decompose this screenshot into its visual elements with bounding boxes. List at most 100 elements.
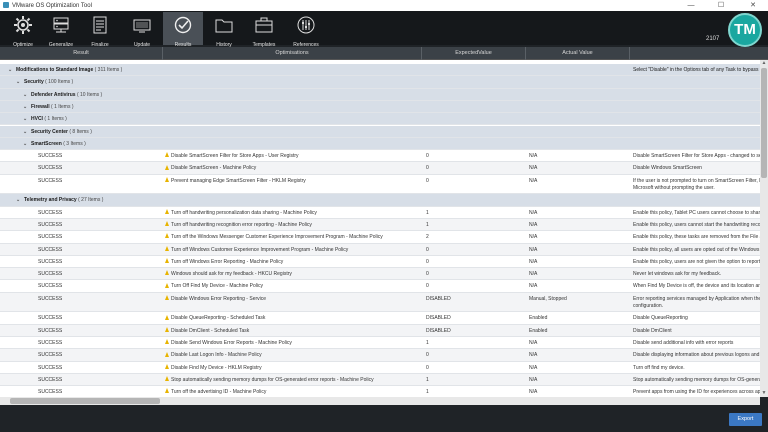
vertical-scroll-thumb[interactable]: [761, 68, 767, 178]
scroll-down-arrow-icon[interactable]: ▼: [760, 390, 768, 397]
group-count: ( 311 Items ): [94, 67, 123, 73]
group-security[interactable]: ⌄ Security ( 100 Items ): [0, 76, 760, 89]
export-button[interactable]: Export: [729, 413, 762, 426]
toolbar-update-button[interactable]: Update: [122, 12, 162, 48]
actual-value-cell: N/A: [529, 209, 538, 216]
maximize-button[interactable]: ☐: [710, 0, 732, 11]
group-defender-antivirus[interactable]: ⌄ Defender Antivirus ( 10 Items ): [0, 88, 760, 101]
minimize-button[interactable]: —: [680, 0, 702, 11]
collapse-chevron-icon[interactable]: ⌄: [23, 138, 27, 150]
group-modifications-to-standard-image[interactable]: ⌄ Modifications to Standard Image ( 311 I…: [0, 64, 760, 77]
collapse-chevron-icon[interactable]: ⌄: [23, 101, 27, 113]
optimisation-name: Turn off handwriting personalization dat…: [171, 209, 317, 216]
table-row[interactable]: SUCCESS Disable Send Windows Error Report…: [0, 337, 760, 350]
optimisation-cell: Disable Send Windows Error Reports - Mac…: [165, 337, 292, 349]
table-row[interactable]: SUCCESS Disable Find My Device - HKLM Reg…: [0, 361, 760, 374]
table-row[interactable]: SUCCESS Disable Windows Error Reporting -…: [0, 292, 760, 313]
table-row[interactable]: SUCCESS Turn off handwriting recognition …: [0, 218, 760, 232]
collapse-chevron-icon[interactable]: ⌄: [23, 89, 27, 101]
warning-icon: [165, 208, 169, 214]
toolbar-finalize-button[interactable]: Finalize: [80, 12, 120, 48]
optimisation-name: Windows should ask for my feedback - HKC…: [171, 271, 292, 278]
actual-value-cell: N/A: [529, 153, 538, 160]
optimisation-cell: Disable Last Logon Info - Machine Policy: [165, 349, 262, 361]
result-cell: SUCCESS: [38, 271, 63, 278]
warning-icon: [165, 314, 169, 320]
table-row[interactable]: SUCCESS Disable SmartScreen Filter for St…: [0, 150, 760, 163]
horizontal-scrollbar[interactable]: [0, 397, 760, 405]
main-toolbar: Optimize Generalize Finalize Update Results H…: [0, 11, 768, 48]
toolbar-generalize-button[interactable]: Generalize: [41, 12, 81, 48]
table-row[interactable]: SUCCESS Prevent managing Edge SmartScreen…: [0, 174, 760, 195]
group-smartscreen[interactable]: ⌄ SmartScreen ( 3 Items ): [0, 137, 760, 151]
expected-value-cell: 1: [426, 376, 429, 383]
group-security-center[interactable]: ⌄ Security Center ( 8 Items ): [0, 125, 760, 138]
column-header-description[interactable]: [630, 47, 768, 60]
table-row[interactable]: SUCCESS Windows should ask for my feedbac…: [0, 268, 760, 281]
actual-value-cell: N/A: [529, 165, 538, 172]
collapse-chevron-icon[interactable]: ⌄: [16, 194, 20, 206]
toolbar-optimize-button[interactable]: Optimize: [3, 12, 43, 48]
horizontal-scroll-thumb[interactable]: [10, 398, 160, 404]
collapse-chevron-icon[interactable]: ⌄: [16, 76, 20, 88]
column-header-optimisations[interactable]: Optimisations: [163, 47, 422, 60]
toolbar-results-button[interactable]: Results: [163, 12, 203, 48]
vertical-scrollbar[interactable]: ▲ ▼: [760, 60, 768, 397]
expected-value-cell: 0: [426, 153, 429, 160]
column-header-expected-value[interactable]: ExpectedValue: [422, 47, 526, 60]
group-count: ( 1 Items ): [51, 103, 74, 110]
table-row[interactable]: SUCCESS Disable SmartScreen - Machine Pol…: [0, 162, 760, 175]
table-row[interactable]: SUCCESS Disable DmClient - Scheduled Task…: [0, 324, 760, 338]
column-header-actual-value[interactable]: Actual Value: [526, 47, 630, 60]
app-logo: TM: [728, 13, 762, 47]
group-name: HVCI: [31, 116, 43, 123]
group-firewall[interactable]: ⌄ Firewall ( 1 Items ): [0, 100, 760, 114]
optimisation-cell: Disable Windows Error Reporting - Servic…: [165, 293, 266, 305]
expected-value-cell: 0: [426, 258, 429, 265]
actual-value-cell: Enabled: [529, 327, 548, 334]
description-cell: Disable send additional info with error …: [633, 340, 734, 347]
optimisation-name: Turn Off Find My Device - Machine Policy: [171, 283, 263, 290]
table-row[interactable]: SUCCESS Stop automatically sending memory…: [0, 373, 760, 387]
app-window: VMware OS Optimization Tool — ☐ ✕ Optimi…: [0, 0, 768, 432]
table-row[interactable]: SUCCESS Turn off handwriting personalizat…: [0, 206, 760, 219]
optimisation-name: Disable SmartScreen Filter for Store App…: [171, 153, 299, 160]
toolbar-references-button[interactable]: References: [286, 12, 326, 48]
expected-value-cell: 0: [426, 271, 429, 278]
group-telemetry-and-privacy[interactable]: ⌄ Telemetry and Privacy ( 27 Items ): [0, 194, 760, 207]
actual-value-cell: N/A: [529, 258, 538, 265]
group-label: Modifications to Standard Image ( 311 It…: [16, 64, 122, 76]
optimisation-cell: Disable QueueReporting - Scheduled Task: [165, 312, 265, 324]
result-cell: SUCCESS: [38, 364, 63, 371]
collapse-chevron-icon[interactable]: ⌄: [23, 113, 27, 125]
optimisation-name: Turn off handwriting recognition error r…: [171, 221, 312, 228]
scroll-up-arrow-icon[interactable]: ▲: [760, 60, 768, 67]
optimisation-name: Disable Find My Device - HKLM Registry: [171, 364, 262, 371]
collapse-chevron-icon[interactable]: ⌄: [23, 126, 27, 138]
description-continuation: Microsoft without prompting the user.: [633, 184, 715, 191]
expected-value-cell: DISABLED: [426, 315, 451, 322]
table-row[interactable]: SUCCESS Turn off Windows Customer Experie…: [0, 243, 760, 256]
column-header-result[interactable]: Result: [0, 47, 163, 60]
warning-icon: [165, 245, 169, 251]
toolbar-templates-button[interactable]: Templates: [244, 12, 284, 48]
collapse-chevron-icon[interactable]: ⌄: [8, 64, 12, 76]
table-row[interactable]: SUCCESS Turn off Windows Error Reporting …: [0, 255, 760, 269]
actual-value-cell: Manual, Stopped: [529, 295, 567, 302]
table-row[interactable]: SUCCESS Disable Last Logon Info - Machine…: [0, 349, 760, 362]
warning-icon: [165, 282, 169, 288]
table-row[interactable]: SUCCESS Disable QueueReporting - Schedule…: [0, 312, 760, 325]
close-button[interactable]: ✕: [742, 0, 764, 11]
group-hvci[interactable]: ⌄ HVCI ( 1 Items ): [0, 113, 760, 126]
warning-icon: [165, 164, 169, 170]
actual-value-cell: N/A: [529, 340, 538, 347]
table-row[interactable]: SUCCESS Turn off the advertising ID - Mac…: [0, 386, 760, 397]
table-row[interactable]: SUCCESS Turn Off Find My Device - Machine…: [0, 280, 760, 293]
actual-value-cell: Enabled: [529, 315, 548, 322]
expected-value-cell: 0: [426, 364, 429, 371]
group-name: Telemetry and Privacy: [24, 197, 77, 204]
optimisation-cell: Disable SmartScreen Filter for Store App…: [165, 150, 299, 162]
toolbar-history-button[interactable]: History: [204, 12, 244, 48]
expected-value-cell: 1: [426, 340, 429, 347]
table-row[interactable]: SUCCESS Turn off the Windows Messenger Cu…: [0, 231, 760, 244]
